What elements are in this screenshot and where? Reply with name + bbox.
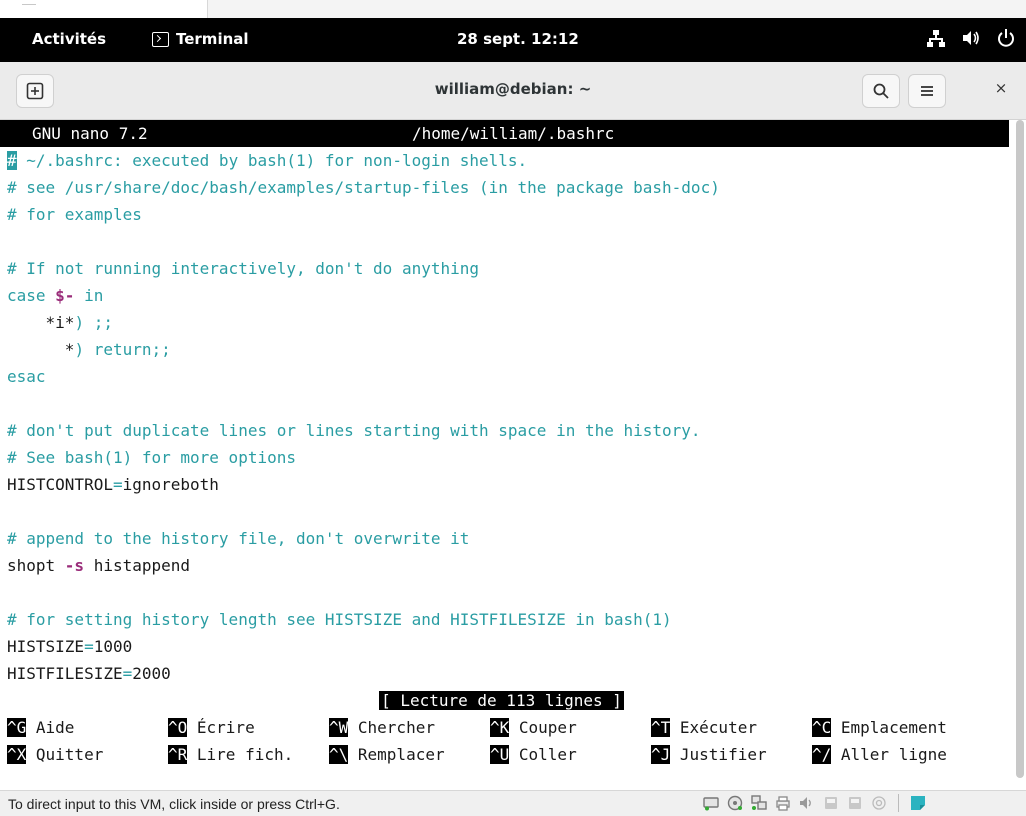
power-icon	[996, 27, 1016, 49]
editor-line: # append to the history file, don't over…	[7, 529, 470, 548]
app-name: Terminal	[176, 30, 249, 48]
gnome-top-bar: Activités Terminal 28 sept. 12:12	[0, 18, 1026, 62]
network-icon	[926, 27, 946, 49]
nano-file-path: /home/william/.bashrc	[412, 124, 615, 143]
editor-line: *) return;;	[7, 340, 171, 359]
activities-button[interactable]: Activités	[32, 30, 106, 48]
editor-line: # for setting history length see HISTSIZ…	[7, 610, 672, 629]
shortcut-paste[interactable]: ^U Coller	[490, 741, 651, 768]
terminal-scrollbar[interactable]	[1016, 120, 1024, 778]
nano-version: GNU nano 7.2	[32, 124, 148, 143]
editor-line: # for examples	[7, 205, 142, 224]
cd-drive-icon[interactable]	[726, 794, 744, 812]
shortcut-replace[interactable]: ^\ Remplacer	[329, 741, 490, 768]
vm-device-icons	[702, 794, 927, 812]
search-icon	[873, 83, 889, 99]
hard-disk-icon[interactable]	[702, 794, 720, 812]
vm-message-icon[interactable]	[909, 794, 927, 812]
search-button[interactable]	[862, 74, 900, 108]
removable-device-icon[interactable]	[846, 794, 864, 812]
divider	[898, 794, 899, 812]
system-menu[interactable]	[926, 27, 1016, 49]
editor-line: HISTFILESIZE=2000	[7, 664, 171, 683]
clock[interactable]: 28 sept. 12:12	[457, 30, 579, 48]
editor-line: *i*) ;;	[7, 313, 113, 332]
nano-editor[interactable]: GNU nano 7.2/home/william/.bashrc # ~/.b…	[0, 120, 1016, 768]
terminal-headerbar: william@debian: ~ ×	[0, 62, 1026, 120]
shortcut-execute[interactable]: ^T Exécuter	[651, 714, 812, 741]
vm-input-hint: To direct input to this VM, click inside…	[8, 796, 340, 812]
vm-status-bar: To direct input to this VM, click inside…	[0, 790, 1026, 816]
menu-button[interactable]	[908, 74, 946, 108]
terminal-icon	[152, 31, 169, 47]
editor-line: # See bash(1) for more options	[7, 448, 296, 467]
nano-shortcuts-row2: ^X Quitter ^R Lire fich. ^\ Remplacer ^U…	[7, 741, 1016, 768]
editor-line: # see /usr/share/doc/bash/examples/start…	[7, 178, 720, 197]
camera-icon[interactable]	[870, 794, 888, 812]
nano-status-line: [ Lecture de 113 lignes ]	[7, 687, 1016, 714]
text-cursor: #	[7, 151, 17, 170]
sound-icon[interactable]	[798, 794, 816, 812]
editor-line: # If not running interactively, don't do…	[7, 259, 480, 278]
shortcut-go-to-line[interactable]: ^/ Aller ligne	[812, 741, 976, 768]
shortcut-cut[interactable]: ^K Couper	[490, 714, 651, 741]
editor-line: shopt -s histappend	[7, 556, 191, 575]
shortcut-write[interactable]: ^O Écrire	[168, 714, 329, 741]
printer-icon[interactable]	[774, 794, 792, 812]
nano-shortcuts-row1: ^G Aide ^O Écrire ^W Chercher ^K Couper …	[7, 714, 1016, 741]
editor-line: # don't put duplicate lines or lines sta…	[7, 421, 701, 440]
host-tab-mark	[22, 4, 36, 5]
nano-status-message: [ Lecture de 113 lignes ]	[379, 691, 624, 710]
app-menu[interactable]: Terminal	[152, 30, 249, 48]
host-tab[interactable]	[0, 0, 208, 18]
close-button[interactable]: ×	[990, 79, 1012, 101]
editor-line: case $- in	[7, 286, 104, 305]
network-adapter-icon[interactable]	[750, 794, 768, 812]
editor-line: HISTSIZE=1000	[7, 637, 133, 656]
shortcut-search[interactable]: ^W Chercher	[329, 714, 490, 741]
editor-line: esac	[7, 367, 46, 386]
host-window-strip	[0, 0, 1026, 18]
terminal-area[interactable]: GNU nano 7.2/home/william/.bashrc # ~/.b…	[0, 120, 1026, 790]
shortcut-help[interactable]: ^G Aide	[7, 714, 168, 741]
shortcut-justify[interactable]: ^J Justifier	[651, 741, 812, 768]
editor-line: HISTCONTROL=ignoreboth	[7, 475, 219, 494]
editor-line: # ~/.bashrc: executed by bash(1) for non…	[7, 151, 528, 170]
volume-icon	[961, 27, 981, 49]
shortcut-read-file[interactable]: ^R Lire fich.	[168, 741, 329, 768]
usb-device-icon[interactable]	[822, 794, 840, 812]
shortcut-exit[interactable]: ^X Quitter	[7, 741, 168, 768]
hamburger-icon	[921, 86, 933, 96]
nano-title-bar: GNU nano 7.2/home/william/.bashrc	[0, 120, 1009, 147]
shortcut-location[interactable]: ^C Emplacement	[812, 714, 976, 741]
